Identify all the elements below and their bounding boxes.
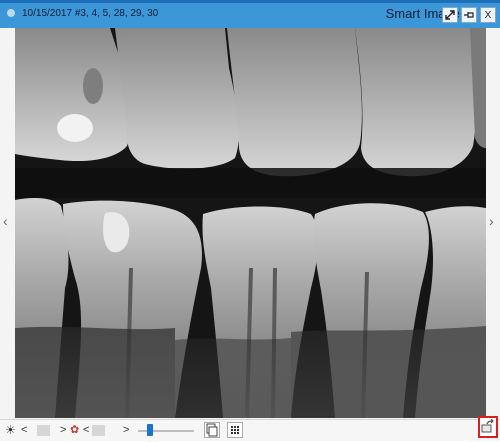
title-bar: 10/15/2017 #3, 4, 5, 28, 29, 30 Smart Im… bbox=[0, 0, 500, 28]
xray-image[interactable] bbox=[15, 28, 486, 418]
copy-icon bbox=[206, 423, 218, 437]
pin-icon bbox=[464, 12, 474, 18]
next-image-arrow[interactable]: › bbox=[489, 213, 494, 229]
smart-image-window: 10/15/2017 #3, 4, 5, 28, 29, 30 Smart Im… bbox=[0, 0, 500, 441]
image-toolbar: ☀ < > ✿ < > bbox=[0, 419, 500, 441]
brightness-decrease-button[interactable]: < bbox=[21, 424, 27, 436]
export-icon bbox=[481, 419, 494, 433]
grid-icon bbox=[231, 426, 239, 434]
export-image-button[interactable] bbox=[478, 416, 498, 438]
close-button[interactable]: X bbox=[480, 7, 496, 23]
close-icon: X bbox=[484, 9, 492, 21]
contrast-increase-button[interactable]: > bbox=[123, 424, 129, 436]
contrast-value-box[interactable] bbox=[92, 425, 105, 436]
brightness-icon[interactable]: ☀ bbox=[5, 423, 16, 437]
grid-layout-button[interactable] bbox=[227, 422, 243, 438]
brightness-value-box[interactable] bbox=[37, 425, 50, 436]
expand-icon bbox=[445, 10, 455, 20]
exam-info: 10/15/2017 #3, 4, 5, 28, 29, 30 bbox=[22, 8, 159, 19]
brightness-increase-button[interactable]: > bbox=[60, 424, 66, 436]
color-palette-icon[interactable]: ✿ bbox=[70, 423, 79, 436]
zoom-slider-thumb[interactable] bbox=[147, 424, 153, 436]
copy-image-button[interactable] bbox=[204, 422, 220, 438]
expand-button[interactable] bbox=[442, 7, 458, 23]
contrast-decrease-button[interactable]: < bbox=[83, 424, 89, 436]
pin-button[interactable] bbox=[461, 7, 477, 23]
previous-image-arrow[interactable]: ‹ bbox=[3, 213, 8, 229]
dental-bitewing-xray bbox=[15, 28, 486, 418]
window-status-icon bbox=[7, 9, 15, 17]
